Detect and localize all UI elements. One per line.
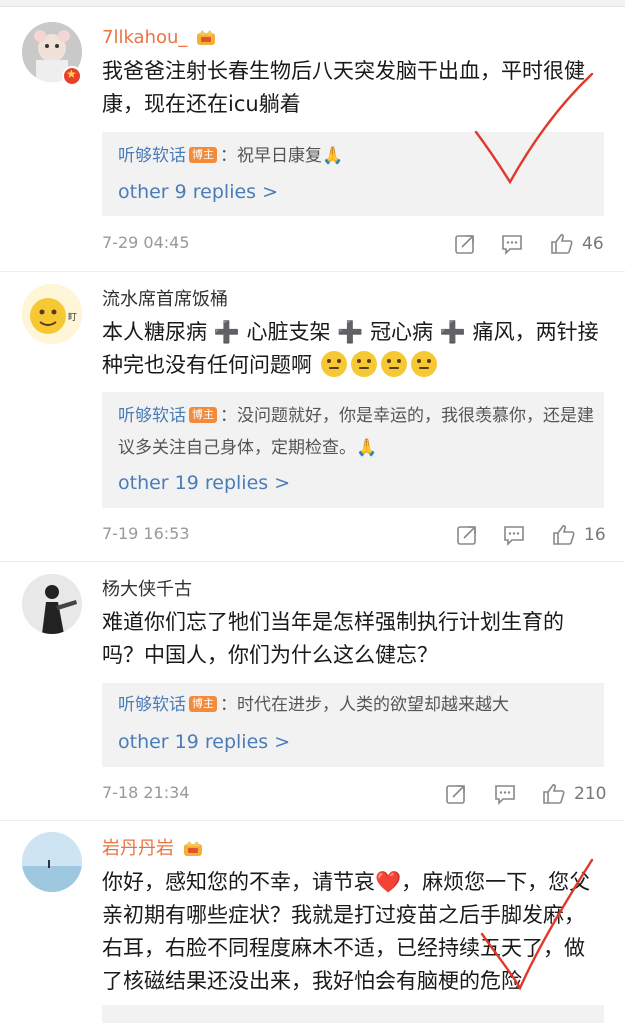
comment-text-part: 本人糖尿病: [102, 320, 207, 344]
reply-author[interactable]: 听够软话: [118, 695, 186, 715]
avatar[interactable]: [22, 574, 82, 634]
comment-text-part: 冠心病: [370, 320, 434, 344]
comment-text: 难道你们忘了牠们当年是怎样强制执行计划生育的吗？中国人，你们为什么这么健忘？: [102, 610, 564, 667]
verified-badge-icon: [62, 66, 82, 86]
username[interactable]: 7llkahou_: [102, 27, 217, 50]
svg-text:盯: 盯: [68, 312, 77, 323]
divider: [0, 561, 625, 562]
smile-emoji-icon: [350, 351, 377, 377]
avatar[interactable]: [22, 832, 82, 892]
plus-emoji-icon: ➕: [213, 320, 240, 344]
divider: [0, 820, 625, 821]
more-replies-link[interactable]: other 19 replies >: [118, 472, 290, 494]
timestamp: 7-29 04:45: [102, 233, 190, 252]
comment-text-part: 你好，感知您的不幸，请节哀: [102, 870, 375, 894]
share-icon[interactable]: [455, 523, 479, 547]
share-icon[interactable]: [444, 782, 468, 806]
username[interactable]: 杨大侠千古: [102, 579, 192, 601]
reply-line: 听够软话 博主 ：祝早日康复🙏: [118, 140, 594, 172]
comment-text: 我爸爸注射长春生物后八天突发脑干出血，平时很健康，现在还在icu躺着: [102, 59, 585, 116]
more-replies-link[interactable]: other 19 replies >: [118, 731, 290, 753]
timestamp: 7-19 16:53: [102, 524, 190, 543]
crown-badge-icon: [182, 838, 204, 861]
reply-box[interactable]: 听够软话 博主 ：祝早日康复🙏 other 9 replies >: [102, 132, 604, 216]
comment-actions: 46: [450, 232, 610, 258]
reply-box[interactable]: 听够软话 博主 ：时代在进步，人类的欲望却越来越大 other 19 replies…: [102, 683, 604, 767]
thumbs-up-icon[interactable]: [542, 782, 566, 806]
reply-text: ：时代在进步，人类的欲望却越来越大: [220, 695, 509, 715]
blogger-badge: 博主: [189, 147, 217, 163]
comment-text: 本人糖尿病 ➕ 心脏支架 ➕ 冠心病 ➕ 痛风，两针接种完也没有任何问题啊: [102, 316, 602, 382]
timestamp: 7-18 21:34: [102, 783, 190, 802]
blogger-badge: 博主: [189, 407, 217, 423]
comment-icon[interactable]: [493, 782, 517, 806]
smile-emoji-icon: [320, 351, 347, 377]
reply-text: ：祝早日康复🙏: [220, 146, 344, 166]
top-divider: [0, 0, 625, 7]
plus-emoji-icon: ➕: [337, 320, 364, 344]
reply-author[interactable]: 听够软话: [118, 146, 186, 166]
like-count: 210: [574, 784, 607, 804]
comment-text: 你好，感知您的不幸，请节哀❤️，麻烦您一下，您父亲初期有哪些症状？我就是打过疫苗…: [102, 866, 602, 998]
reply-box[interactable]: 听够软话 博主 ：没问题就好，你是幸运的，我很羡慕你，还是建议多关注自己身体，定期检…: [102, 392, 604, 508]
username-text[interactable]: 岩丹丹岩: [102, 838, 174, 859]
username-text[interactable]: 7llkahou_: [102, 27, 187, 48]
share-icon[interactable]: [453, 232, 477, 256]
plus-emoji-icon: ➕: [439, 320, 466, 344]
more-replies-link[interactable]: other 9 replies >: [118, 181, 278, 203]
heart-emoji-icon: ❤️: [375, 870, 402, 894]
username[interactable]: 岩丹丹岩: [102, 838, 204, 861]
reply-author[interactable]: 听够软话: [118, 406, 186, 426]
avatar[interactable]: 盯: [22, 284, 82, 344]
thumbs-up-icon[interactable]: [552, 523, 576, 547]
reply-box[interactable]: [102, 1005, 604, 1023]
like-count: 46: [582, 234, 604, 254]
comment-icon[interactable]: [502, 523, 526, 547]
comment-text-part: 心脏支架: [246, 320, 331, 344]
like-count: 16: [584, 525, 606, 545]
divider: [0, 271, 625, 272]
comment-actions: 16: [452, 523, 612, 549]
username[interactable]: 流水席首席饭桶: [102, 289, 228, 311]
smile-emoji-icon: [410, 351, 437, 377]
reply-line: 听够软话 博主 ：时代在进步，人类的欲望却越来越大: [118, 689, 594, 721]
thumbs-up-icon[interactable]: [550, 232, 574, 256]
comment-icon[interactable]: [500, 232, 524, 256]
crown-badge-icon: [195, 27, 217, 50]
blogger-badge: 博主: [189, 696, 217, 712]
comment-actions: 210: [444, 782, 614, 808]
smile-emoji-icon: [380, 351, 407, 377]
reply-line: 听够软话 博主 ：没问题就好，你是幸运的，我很羡慕你，还是建议多关注自己身体，定期检…: [118, 400, 594, 464]
